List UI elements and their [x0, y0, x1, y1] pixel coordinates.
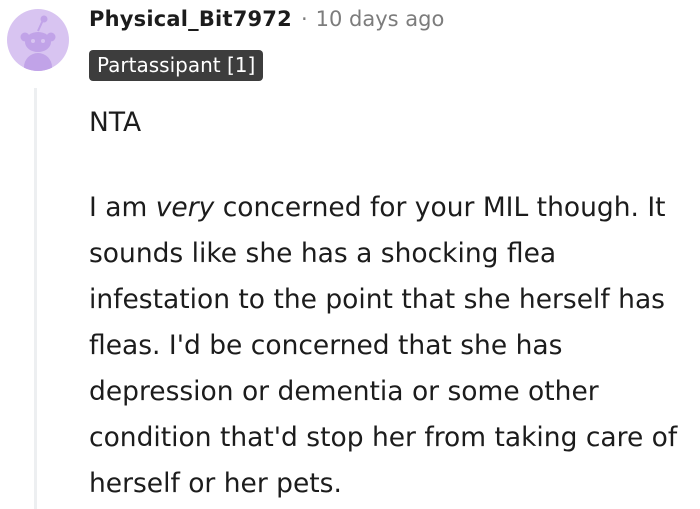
- username-link[interactable]: Physical_Bit7972: [89, 7, 292, 31]
- snoo-avatar-icon: [20, 15, 56, 71]
- comment-text-start: I am: [89, 192, 156, 223]
- comment-body: NTA I am very concerned for your MIL tho…: [89, 100, 694, 507]
- comment-timestamp[interactable]: 10 days ago: [316, 7, 445, 31]
- comment-text-emphasis: very: [155, 192, 215, 223]
- comment-text-rest: concerned for your MIL though. It sounds…: [89, 192, 678, 499]
- comment-paragraph-verdict: NTA: [89, 107, 142, 138]
- thread-collapse-line[interactable]: [34, 88, 37, 509]
- meta-separator: ·: [300, 7, 308, 31]
- user-avatar[interactable]: [7, 9, 69, 71]
- user-flair-badge: Partassipant [1]: [89, 50, 264, 81]
- comment-paragraph-main: I am very concerned for your MIL though.…: [89, 185, 694, 507]
- comment-header: Physical_Bit7972 · 10 days ago: [89, 4, 444, 34]
